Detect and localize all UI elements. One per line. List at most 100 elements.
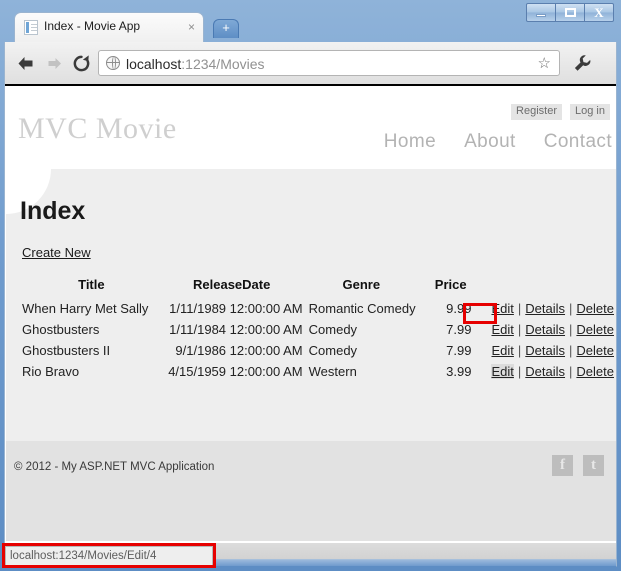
cell-actions: Edit|Details|Delete <box>471 361 614 382</box>
cell-price: 7.99 <box>420 319 472 340</box>
forward-arrow-icon <box>46 56 63 71</box>
new-tab-button[interactable]: + <box>213 19 239 38</box>
details-link[interactable]: Details <box>525 322 565 337</box>
table-header-row: Title ReleaseDate Genre Price <box>22 275 614 298</box>
cell-genre: Western <box>303 361 420 382</box>
facebook-icon[interactable]: f <box>552 455 573 476</box>
table-row: When Harry Met Sally 1/11/1989 12:00:00 … <box>22 298 614 319</box>
site-header: MVC Movie Register Log in Home About Con… <box>6 86 616 169</box>
details-link[interactable]: Details <box>525 301 565 316</box>
register-link[interactable]: Register <box>511 104 562 120</box>
edit-link[interactable]: Edit <box>491 301 513 316</box>
action-separator: | <box>565 343 576 358</box>
action-separator: | <box>565 364 576 379</box>
cell-release-date: 1/11/1989 12:00:00 AM <box>161 298 303 319</box>
details-link[interactable]: Details <box>525 343 565 358</box>
cell-release-date: 9/1/1986 12:00:00 AM <box>161 340 303 361</box>
back-button[interactable] <box>13 51 37 75</box>
login-link[interactable]: Log in <box>570 104 610 120</box>
column-header-genre: Genre <box>303 275 420 298</box>
edit-link[interactable]: Edit <box>491 343 513 358</box>
cell-release-date: 4/15/1959 12:00:00 AM <box>161 361 303 382</box>
cell-title: Ghostbusters <box>22 319 161 340</box>
action-separator: | <box>514 322 525 337</box>
cell-price: 9.99 <box>420 298 472 319</box>
browser-tab-title: Index - Movie App <box>44 19 140 33</box>
back-arrow-icon <box>16 55 35 72</box>
cell-title: Ghostbusters II <box>22 340 161 361</box>
action-separator: | <box>514 301 525 316</box>
reload-button[interactable] <box>69 51 93 75</box>
minimize-button[interactable] <box>526 3 556 22</box>
forward-button <box>42 51 66 75</box>
table-row: Ghostbusters II 9/1/1986 12:00:00 AM Com… <box>22 340 614 361</box>
browser-title-bar: Index - Movie App × + X <box>0 0 621 42</box>
main-nav: Home About Contact <box>384 131 612 153</box>
social-links: f t <box>552 455 604 476</box>
delete-link[interactable]: Delete <box>576 364 614 379</box>
cell-price: 3.99 <box>420 361 472 382</box>
address-bar-path: :1234/Movies <box>181 56 264 72</box>
cell-price: 7.99 <box>420 340 472 361</box>
cell-genre: Comedy <box>303 319 420 340</box>
cell-actions: Edit|Details|Delete <box>471 340 614 361</box>
site-brand[interactable]: MVC Movie <box>18 112 177 146</box>
document-icon <box>24 20 38 35</box>
edit-link[interactable]: Edit <box>491 322 513 337</box>
cell-genre: Romantic Comedy <box>303 298 420 319</box>
delete-link[interactable]: Delete <box>576 301 614 316</box>
cell-actions: Edit|Details|Delete <box>471 298 614 319</box>
action-separator: | <box>565 322 576 337</box>
table-row: Rio Bravo 4/15/1959 12:00:00 AM Western … <box>22 361 614 382</box>
edit-link-hovered[interactable]: Edit <box>491 364 513 379</box>
wrench-icon <box>573 54 592 73</box>
browser-viewport: MVC Movie Register Log in Home About Con… <box>4 84 617 543</box>
cell-genre: Comedy <box>303 340 420 361</box>
reload-icon <box>72 54 91 73</box>
cell-actions: Edit|Details|Delete <box>471 319 614 340</box>
site-footer: © 2012 - My ASP.NET MVC Application f t <box>6 441 616 541</box>
nav-item-contact[interactable]: Contact <box>544 131 612 153</box>
status-bar: localhost:1234/Movies/Edit/4 <box>5 546 213 565</box>
settings-button[interactable] <box>570 51 594 75</box>
browser-toolbar: localhost:1234/Movies ☆ <box>4 42 617 84</box>
column-header-actions <box>471 275 614 298</box>
delete-link[interactable]: Delete <box>576 343 614 358</box>
browser-window: Index - Movie App × + X <box>0 0 621 571</box>
nav-item-home[interactable]: Home <box>384 131 436 153</box>
window-controls: X <box>526 3 614 22</box>
action-separator: | <box>514 364 525 379</box>
browser-tab[interactable]: Index - Movie App × <box>14 12 204 42</box>
column-header-price: Price <box>420 275 472 298</box>
web-page: MVC Movie Register Log in Home About Con… <box>6 86 616 541</box>
address-bar-host: localhost <box>126 56 181 72</box>
address-bar-text: localhost:1234/Movies <box>126 54 265 74</box>
column-header-release-date: ReleaseDate <box>161 275 303 298</box>
cell-title: Rio Bravo <box>22 361 161 382</box>
action-separator: | <box>514 343 525 358</box>
cell-title: When Harry Met Sally <box>22 298 161 319</box>
movies-table: Title ReleaseDate Genre Price When Harry… <box>22 275 614 382</box>
column-header-title: Title <box>22 275 161 298</box>
table-row: Ghostbusters 1/11/1984 12:00:00 AM Comed… <box>22 319 614 340</box>
nav-item-about[interactable]: About <box>464 131 516 153</box>
close-window-icon: X <box>594 6 603 19</box>
close-window-button[interactable]: X <box>584 3 614 22</box>
address-bar[interactable]: localhost:1234/Movies ☆ <box>98 50 560 76</box>
twitter-icon[interactable]: t <box>583 455 604 476</box>
maximize-button[interactable] <box>555 3 585 22</box>
close-icon[interactable]: × <box>188 20 195 34</box>
main-content: Index Create New Title ReleaseDate Genre… <box>6 169 616 441</box>
details-link[interactable]: Details <box>525 364 565 379</box>
page-title: Index <box>20 197 85 226</box>
minimize-icon <box>536 14 546 17</box>
delete-link[interactable]: Delete <box>576 322 614 337</box>
globe-icon <box>106 56 120 70</box>
action-separator: | <box>565 301 576 316</box>
footer-copyright: © 2012 - My ASP.NET MVC Application <box>14 461 214 473</box>
create-new-link[interactable]: Create New <box>22 245 91 260</box>
bookmark-star-icon[interactable]: ☆ <box>538 55 551 73</box>
cell-release-date: 1/11/1984 12:00:00 AM <box>161 319 303 340</box>
account-links: Register Log in <box>511 104 610 120</box>
maximize-icon <box>565 8 576 17</box>
